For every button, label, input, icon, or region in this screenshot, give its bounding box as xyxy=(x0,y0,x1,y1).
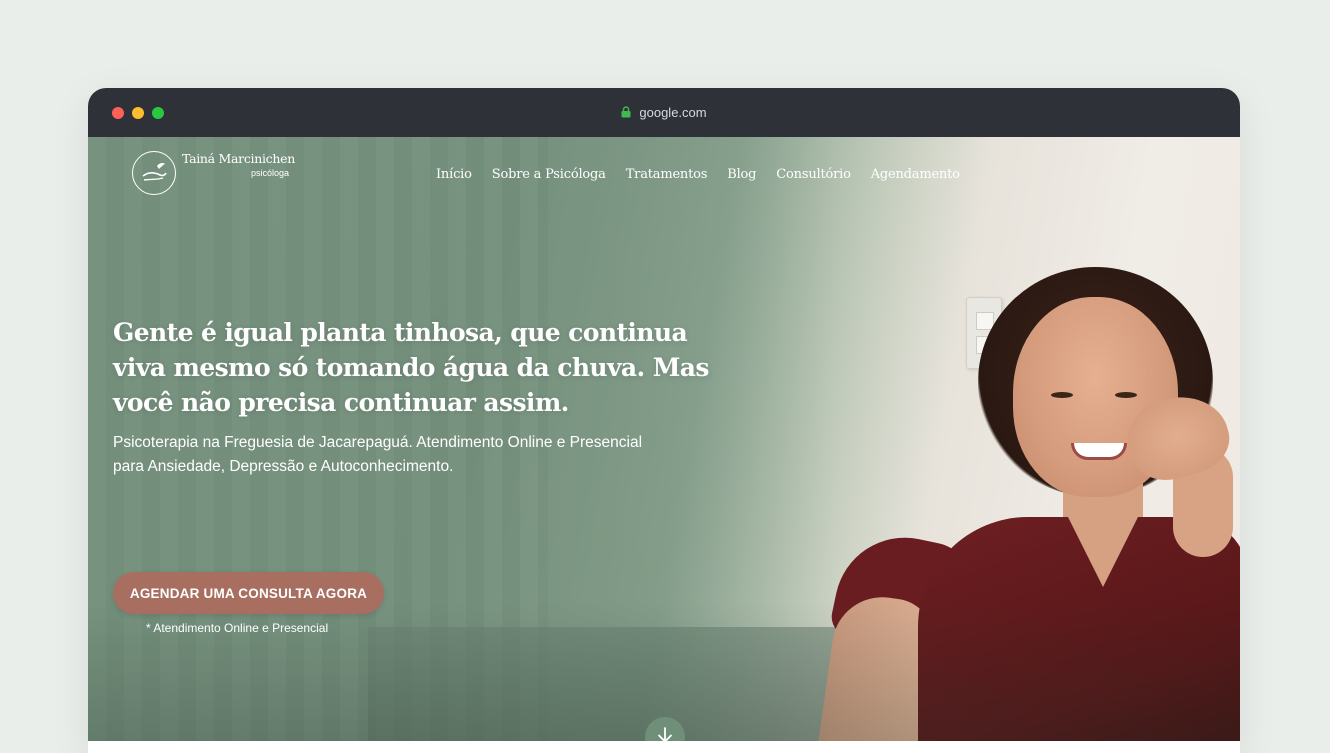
brand-name: Tainá Marcinichen xyxy=(182,151,295,166)
lock-icon xyxy=(621,106,631,121)
hero-subheadline: Psicoterapia na Freguesia de Jacarepaguá… xyxy=(113,434,643,475)
hero-section: Tainá Marcinichen psicóloga Início Sobre… xyxy=(88,137,1240,741)
arrow-down-icon xyxy=(657,726,673,741)
cta-note: * Atendimento Online e Presencial xyxy=(146,621,329,635)
browser-toolbar: google.com xyxy=(88,88,1240,137)
nav-inicio[interactable]: Início xyxy=(436,167,472,182)
address-bar[interactable]: google.com xyxy=(88,105,1240,121)
nav-tratamentos[interactable]: Tratamentos xyxy=(626,167,708,182)
hero-headline: Gente é igual planta tinhosa, que contin… xyxy=(113,318,709,417)
nav-agendamento[interactable]: Agendamento xyxy=(871,167,960,182)
nav-consultorio[interactable]: Consultório xyxy=(776,167,851,182)
logo-hands-icon xyxy=(132,151,176,195)
brand-tagline: psicóloga xyxy=(251,168,290,178)
next-section-edge xyxy=(88,741,1240,753)
nav-blog[interactable]: Blog xyxy=(727,167,756,182)
nav-sobre[interactable]: Sobre a Psicóloga xyxy=(492,167,606,182)
main-nav: Início Sobre a Psicóloga Tratamentos Blo… xyxy=(436,167,960,182)
site-logo[interactable]: Tainá Marcinichen psicóloga xyxy=(132,151,302,199)
browser-window: google.com Tainá Marcinichen psicóloga I… xyxy=(88,88,1240,753)
schedule-consultation-button[interactable]: AGENDAR UMA CONSULTA AGORA xyxy=(113,572,384,614)
url-text: google.com xyxy=(639,105,707,120)
